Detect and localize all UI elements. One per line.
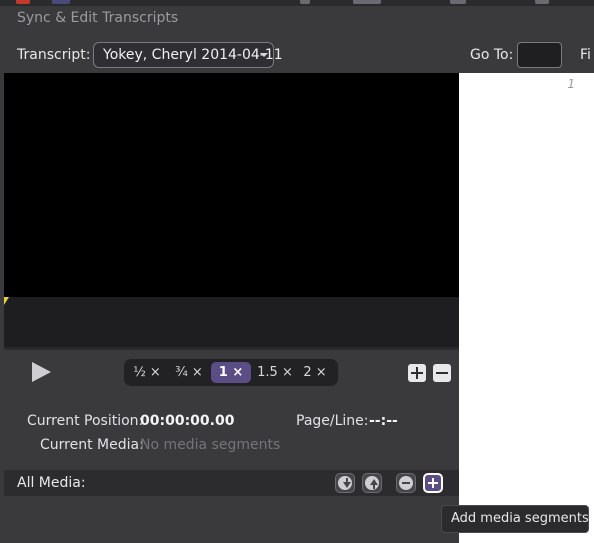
media-timeline[interactable] [4,297,459,350]
current-position-label: Current Position: [27,413,144,429]
arrow-down-icon [338,476,352,490]
chevron-down-icon [260,53,268,57]
goto-label: Go To: [470,47,514,63]
minus-icon [436,372,448,374]
window-title-bar: Sync & Edit Transcripts [0,6,594,36]
speed-three-quarter[interactable]: ¾ × [170,362,208,383]
remove-media-segment-button[interactable] [396,473,416,493]
play-icon[interactable] [32,362,51,382]
page-line-value: --:-- [369,413,398,429]
player-controls: ½ × ¾ × 1 × 1.5 × 2 × [4,350,459,396]
speed-half[interactable]: ½ × [130,362,164,383]
speed-selector: ½ × ¾ × 1 × 1.5 × 2 × [124,359,338,386]
toolbar-icon [535,0,549,4]
window-title: Sync & Edit Transcripts [17,10,179,26]
all-media-bar: All Media: [4,470,459,496]
transcript-label: Transcript: [17,47,91,63]
speed-1-5x[interactable]: 1.5 × [255,362,295,383]
page-line-label: Page/Line: [296,413,369,429]
arrow-up-icon [365,476,379,490]
zoom-out-button[interactable] [433,364,451,382]
tooltip-text: Add media segments [451,511,589,526]
media-list-area [4,496,459,543]
tooltip: Add media segments [441,505,589,533]
current-position-value: 00:00:00.00 [140,413,235,429]
toolbar-icon [300,0,310,4]
add-media-segments-button[interactable] [423,473,443,493]
zoom-in-button[interactable] [408,364,426,382]
minus-circle-icon [399,476,413,490]
transcript-select-value: Yokey, Cheryl 2014-04-11 [103,47,283,63]
video-viewport [4,73,459,297]
speed-1x[interactable]: 1 × [211,362,251,383]
media-info-panel: Current Position: 00:00:00.00 Page/Line:… [4,396,459,470]
move-down-button[interactable] [335,473,355,493]
transcript-text-pane[interactable]: 1 [459,73,594,543]
speed-2x[interactable]: 2 × [299,362,331,383]
find-label: Fi [580,47,591,63]
line-number: 1 [567,77,575,91]
toolbar-icon [450,0,466,4]
goto-input[interactable] [517,42,562,68]
playhead-marker-icon[interactable] [4,297,9,305]
transcript-controls: Transcript: Yokey, Cheryl 2014-04-11 Go … [0,38,594,72]
move-up-button[interactable] [362,473,382,493]
all-media-label: All Media: [17,475,86,491]
toolbar-icon [353,0,381,4]
current-media-value: No media segments [140,437,281,453]
close-dot-icon [16,0,30,4]
current-media-label: Current Media: [40,437,144,453]
transcript-select[interactable]: Yokey, Cheryl 2014-04-11 [93,42,283,68]
toolbar-icon [52,0,70,4]
